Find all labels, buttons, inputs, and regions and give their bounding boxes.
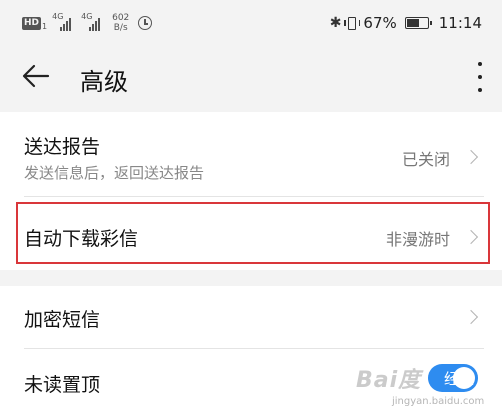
chevron-right-icon (463, 149, 479, 165)
baidu-watermark: Bai度 (356, 368, 422, 393)
page-title: 高级 (80, 68, 128, 96)
setting-title: 送达报告 (24, 136, 101, 158)
highlight-box (16, 202, 490, 264)
setting-title: 加密短信 (24, 309, 101, 331)
status-bar: HD 1 4G 4G 602 B/s ✱ 67% 11:14 (0, 0, 502, 44)
divider (24, 196, 484, 197)
setting-encrypted-sms[interactable]: 加密短信 (0, 286, 502, 346)
setting-title: 未读置顶 (24, 374, 101, 396)
network-speed: 602 B/s (112, 13, 129, 33)
back-arrow-icon[interactable] (22, 64, 50, 88)
pin-unread-toggle[interactable] (428, 364, 478, 392)
toolbar: 高级 (0, 44, 502, 110)
clock: 11:14 (438, 14, 482, 32)
toggle-knob (453, 367, 475, 389)
battery-icon (404, 17, 432, 29)
divider (24, 348, 484, 349)
alarm-icon (138, 16, 153, 30)
status-bar-right: ✱ 67% 11:14 (330, 12, 482, 34)
network-speed-value: 602 (112, 13, 130, 23)
setting-value: 已关闭 (402, 150, 451, 169)
more-options-icon[interactable] (472, 62, 488, 92)
setting-subtitle: 发送信息后，返回送达报告 (24, 164, 205, 182)
bluetooth-icon: ✱ (329, 15, 342, 31)
battery-percent: 67% (363, 14, 397, 32)
hd-voice-icon: HD (22, 16, 42, 30)
signal-1-icon: 4G (52, 12, 76, 31)
setting-delivery-report[interactable]: 送达报告 发送信息后，返回送达报告 已关闭 (0, 112, 502, 194)
signal-2-icon: 4G (81, 12, 105, 31)
status-bar-left: HD 1 4G 4G 602 B/s (22, 12, 153, 34)
vibrate-icon (344, 16, 361, 30)
section-gap (0, 270, 502, 286)
hd-slot-number: 1 (42, 21, 48, 31)
settings-list: 送达报告 发送信息后，返回送达报告 已关闭 自动下载彩信 非漫游时 加密短信 未… (0, 112, 502, 417)
network-speed-unit: B/s (113, 23, 128, 33)
watermark-url: jingyan.baidu.com (392, 396, 485, 407)
chevron-right-icon (463, 309, 479, 325)
